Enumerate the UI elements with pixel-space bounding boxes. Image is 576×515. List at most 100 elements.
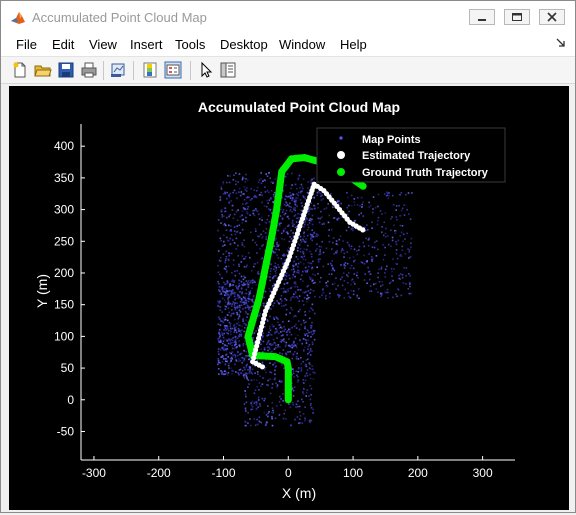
map-point — [280, 208, 282, 211]
map-point — [230, 305, 233, 307]
menu-view[interactable]: View — [89, 37, 117, 52]
map-point — [238, 324, 240, 326]
map-point — [294, 209, 297, 212]
map-point — [295, 271, 298, 274]
map-point — [245, 288, 248, 291]
figure-canvas[interactable]: Accumulated Point Cloud Map -300 -200 -100… — [9, 86, 569, 510]
map-point — [268, 221, 271, 223]
new-figure-icon[interactable] — [11, 61, 29, 79]
map-point — [399, 273, 402, 275]
map-point — [346, 192, 348, 194]
map-point — [278, 266, 280, 268]
map-point — [242, 308, 244, 310]
map-point — [255, 401, 258, 404]
map-point — [373, 246, 376, 249]
map-point — [243, 186, 246, 188]
map-point — [387, 291, 389, 294]
pointer-icon[interactable] — [197, 61, 215, 79]
menu-desktop[interactable]: Desktop — [220, 37, 268, 52]
map-point — [296, 381, 299, 383]
menu-file[interactable]: File — [16, 37, 37, 52]
menu-insert[interactable]: Insert — [130, 37, 163, 52]
point-cloud-chart[interactable]: Accumulated Point Cloud Map -300 -200 -100… — [9, 86, 569, 510]
map-point — [229, 327, 232, 330]
map-point — [286, 282, 288, 285]
map-point — [291, 276, 294, 279]
map-point — [226, 339, 229, 342]
map-point — [254, 389, 257, 391]
map-point — [282, 417, 285, 420]
map-point — [225, 289, 228, 292]
map-point — [301, 185, 303, 188]
map-point — [378, 281, 381, 283]
map-point — [347, 282, 349, 284]
map-point — [310, 331, 312, 333]
menu-tools[interactable]: Tools — [175, 37, 205, 52]
map-point — [247, 283, 250, 286]
map-point — [293, 260, 295, 263]
link-plot-icon[interactable] — [109, 61, 127, 79]
save-icon[interactable] — [57, 61, 75, 79]
map-point — [293, 200, 296, 203]
map-point — [295, 315, 297, 318]
map-point — [375, 255, 378, 257]
map-point — [245, 375, 248, 377]
map-point — [229, 214, 231, 216]
map-point — [271, 415, 273, 418]
map-point — [302, 270, 304, 273]
map-point — [253, 402, 255, 405]
map-point — [293, 296, 296, 299]
map-point — [387, 243, 390, 246]
property-inspector-icon[interactable] — [219, 61, 237, 79]
map-point — [307, 335, 309, 337]
map-point — [225, 287, 228, 290]
map-point — [301, 398, 303, 401]
map-point — [276, 300, 278, 302]
map-point — [309, 348, 312, 350]
map-point — [306, 374, 309, 377]
legend-icon[interactable] — [164, 61, 182, 79]
map-point — [316, 194, 318, 196]
map-point — [253, 331, 256, 334]
print-icon[interactable] — [80, 61, 98, 79]
map-point — [312, 412, 314, 414]
maximize-button[interactable] — [504, 9, 530, 25]
map-point — [291, 221, 294, 224]
map-point — [291, 269, 293, 271]
map-point — [238, 309, 241, 312]
map-point — [279, 395, 281, 398]
window-title: Accumulated Point Cloud Map — [32, 10, 207, 25]
map-point — [390, 267, 393, 270]
map-point — [311, 303, 314, 306]
map-point — [291, 219, 294, 222]
legend[interactable]: Map Points Estimated Trajectory Ground T… — [316, 127, 506, 183]
map-point — [378, 268, 380, 271]
title-bar[interactable]: Accumulated Point Cloud Map — [1, 1, 575, 32]
map-point — [240, 356, 243, 359]
map-point — [244, 390, 246, 392]
map-point — [235, 210, 238, 213]
map-point — [226, 319, 229, 322]
dock-arrow-icon[interactable] — [556, 38, 566, 48]
map-point — [297, 289, 299, 291]
map-point — [350, 228, 353, 230]
map-point — [232, 370, 234, 372]
map-point — [294, 418, 296, 421]
minimize-button[interactable] — [469, 9, 495, 25]
close-button[interactable] — [539, 9, 565, 25]
map-point — [272, 193, 275, 196]
open-file-icon[interactable] — [34, 61, 52, 79]
menu-edit[interactable]: Edit — [52, 37, 74, 52]
map-point — [251, 400, 254, 403]
colorbar-icon[interactable] — [141, 61, 159, 79]
map-point — [304, 258, 307, 261]
menu-help[interactable]: Help — [340, 37, 367, 52]
menu-window[interactable]: Window — [279, 37, 325, 52]
map-point — [381, 213, 383, 215]
map-point — [275, 248, 278, 251]
map-point — [249, 369, 251, 371]
map-point — [400, 192, 403, 194]
map-point — [241, 299, 243, 301]
map-point — [217, 323, 220, 325]
map-point — [242, 282, 245, 284]
